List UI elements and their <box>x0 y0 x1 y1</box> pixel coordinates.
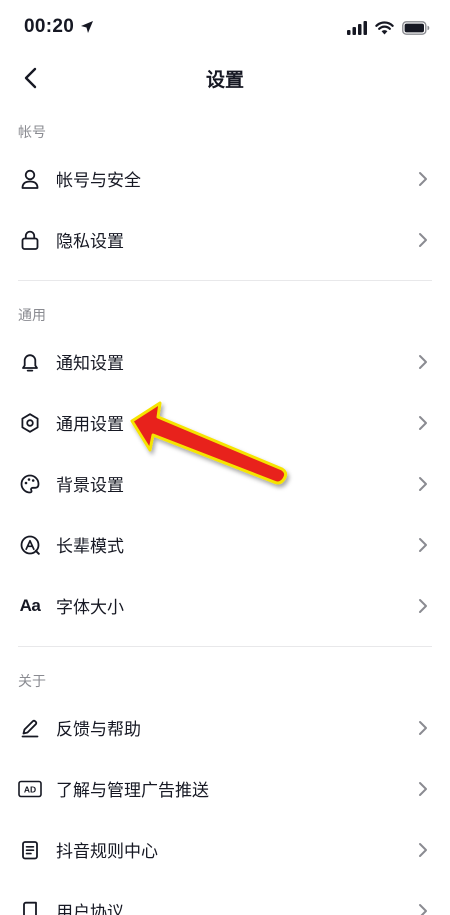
settings-item-background[interactable]: 背景设置 <box>0 453 450 514</box>
nav-bar: 设置 <box>0 56 450 100</box>
status-bar: 00:20 <box>0 0 450 56</box>
lock-icon <box>18 228 42 252</box>
page-title: 设置 <box>205 69 244 91</box>
book-icon <box>18 899 42 915</box>
settings-item-elder-mode[interactable]: 长辈模式 <box>0 514 450 575</box>
chevron-right-icon <box>416 352 430 372</box>
status-time-group: 00:20 <box>24 16 94 38</box>
cellular-signal-icon <box>347 21 367 35</box>
settings-item-ad-management[interactable]: AD 了解与管理广告推送 <box>0 758 450 819</box>
section-header-about: 关于 <box>18 674 46 690</box>
font-size-icon: Aa <box>18 594 42 618</box>
settings-item-rules-center[interactable]: 抖音规则中心 <box>0 819 450 880</box>
chevron-right-icon <box>416 230 430 250</box>
chevron-right-icon <box>416 901 430 915</box>
chevron-right-icon <box>416 596 430 616</box>
settings-item-account-security[interactable]: 帐号与安全 <box>0 148 450 209</box>
bell-icon <box>18 350 42 374</box>
settings-item-font-size[interactable]: Aa 字体大小 <box>0 575 450 636</box>
settings-item-label: 了解与管理广告推送 <box>56 781 209 801</box>
chevron-right-icon <box>416 169 430 189</box>
settings-item-feedback[interactable]: 反馈与帮助 <box>0 697 450 758</box>
font-size-icon-text: Aa <box>19 595 41 615</box>
settings-item-label: 隐私设置 <box>56 232 124 252</box>
settings-item-privacy[interactable]: 隐私设置 <box>0 209 450 270</box>
chevron-right-icon <box>416 413 430 433</box>
settings-item-label: 帐号与安全 <box>56 171 141 191</box>
ad-icon-text: AD <box>24 784 36 794</box>
edit-icon <box>18 716 42 740</box>
gear-icon <box>18 411 42 435</box>
chevron-right-icon <box>416 474 430 494</box>
battery-icon <box>402 21 430 35</box>
settings-item-label: 抖音规则中心 <box>56 842 158 862</box>
chevron-right-icon <box>416 779 430 799</box>
chevron-right-icon <box>416 840 430 860</box>
settings-item-label: 背景设置 <box>56 476 124 496</box>
elder-mode-icon <box>18 533 42 557</box>
section-divider <box>18 646 432 647</box>
document-icon <box>18 838 42 862</box>
user-icon <box>18 167 42 191</box>
settings-item-label: 字体大小 <box>56 598 124 618</box>
settings-item-notifications[interactable]: 通知设置 <box>0 331 450 392</box>
section-header-account: 帐号 <box>18 125 46 141</box>
palette-icon <box>18 472 42 496</box>
status-icons <box>347 18 430 38</box>
status-time: 00:20 <box>24 16 75 37</box>
settings-item-label: 通用设置 <box>56 415 124 435</box>
settings-item-user-agreement[interactable]: 用户协议 <box>0 880 450 915</box>
chevron-right-icon <box>416 718 430 738</box>
settings-list: 帐号 帐号与安全 隐私设置 通用 通知设置 通用设置 背景设置 长辈模式 Aa … <box>0 118 450 915</box>
settings-item-label: 通知设置 <box>56 354 124 374</box>
settings-item-label: 反馈与帮助 <box>56 720 141 740</box>
ad-icon: AD <box>18 777 42 801</box>
chevron-right-icon <box>416 535 430 555</box>
section-header-general: 通用 <box>18 308 46 324</box>
section-divider <box>18 280 432 281</box>
settings-item-general[interactable]: 通用设置 <box>0 392 450 453</box>
location-arrow-icon <box>81 21 94 33</box>
settings-item-label: 长辈模式 <box>56 537 124 557</box>
wifi-icon <box>375 21 394 35</box>
settings-item-label: 用户协议 <box>56 903 124 915</box>
